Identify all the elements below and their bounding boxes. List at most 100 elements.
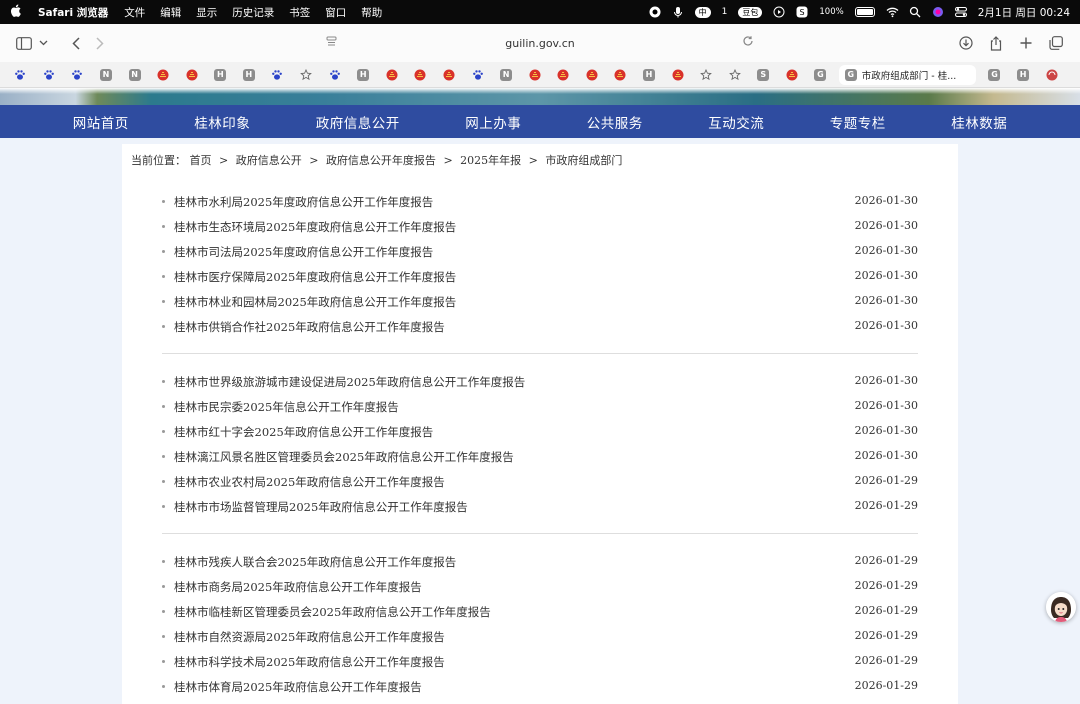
list-item[interactable]: 桂林市农业农村局2025年政府信息公开工作年度报告 2026-01-29 <box>162 469 918 494</box>
pinned-tab[interactable]: N <box>124 65 145 85</box>
report-title[interactable]: 桂林漓江风景名胜区管理委员会2025年政府信息公开工作年度报告 <box>174 449 514 465</box>
pinned-tab[interactable] <box>153 65 174 85</box>
report-title[interactable]: 桂林市红十字会2025年政府信息公开工作年度报告 <box>174 424 433 440</box>
assistant-avatar-button[interactable] <box>1046 592 1076 622</box>
address-bar[interactable]: guilin.gov.cn <box>320 30 760 56</box>
list-item[interactable]: 桂林市世界级旅游城市建设促进局2025年政府信息公开工作年度报告 2026-01-… <box>162 369 918 394</box>
pinned-tab[interactable] <box>67 65 88 85</box>
tab-overview-icon[interactable] <box>1044 31 1068 55</box>
input-method-indicator[interactable]: 中 <box>694 6 711 18</box>
list-item[interactable]: 桂林市民宗委2025年信息公开工作年度报告 2026-01-30 <box>162 394 918 419</box>
share-icon[interactable] <box>984 31 1008 55</box>
menu-file[interactable]: 文件 <box>124 5 145 20</box>
control-center-icon[interactable] <box>954 6 967 18</box>
breadcrumb-annual-reports[interactable]: 政府信息公开年度报告 <box>326 154 436 167</box>
nav-special-topics[interactable]: 专题专栏 <box>830 112 886 132</box>
pinned-tab[interactable]: G <box>984 65 1005 85</box>
report-title[interactable]: 桂林市供销合作社2025年政府信息公开工作年度报告 <box>174 319 445 335</box>
menu-window[interactable]: 窗口 <box>325 5 346 20</box>
list-item[interactable]: 桂林市医疗保障局2025年度政府信息公开工作年度报告 2026-01-30 <box>162 264 918 289</box>
pinned-tab[interactable]: H <box>239 65 260 85</box>
list-item[interactable]: 桂林市供销合作社2025年政府信息公开工作年度报告 2026-01-30 <box>162 314 918 339</box>
app-name[interactable]: Safari 浏览器 <box>38 5 108 20</box>
pinned-tab[interactable] <box>696 65 717 85</box>
menu-history[interactable]: 历史记录 <box>232 5 274 20</box>
report-title[interactable]: 桂林市残疾人联合会2025年政府信息公开工作年度报告 <box>174 554 456 570</box>
pinned-tab[interactable] <box>553 65 574 85</box>
nav-interaction[interactable]: 互动交流 <box>708 112 764 132</box>
list-item[interactable]: 桂林市司法局2025年度政府信息公开工作年度报告 2026-01-30 <box>162 239 918 264</box>
report-title[interactable]: 桂林市林业和园林局2025年政府信息公开工作年度报告 <box>174 294 456 310</box>
list-item[interactable]: 桂林漓江风景名胜区管理委员会2025年政府信息公开工作年度报告 2026-01-3… <box>162 444 918 469</box>
report-title[interactable]: 桂林市世界级旅游城市建设促进局2025年政府信息公开工作年度报告 <box>174 374 525 390</box>
active-tab[interactable]: G 市政府组成部门 - 桂... <box>838 64 977 85</box>
pinned-tab[interactable] <box>181 65 202 85</box>
report-title[interactable]: 桂林市民宗委2025年信息公开工作年度报告 <box>174 399 399 415</box>
pinned-tab[interactable] <box>1041 65 1062 85</box>
apple-menu-icon[interactable] <box>10 4 22 21</box>
chevron-down-icon[interactable] <box>36 31 50 55</box>
pinned-tab[interactable] <box>782 65 803 85</box>
report-title[interactable]: 桂林市体育局2025年政府信息公开工作年度报告 <box>174 679 422 695</box>
pinned-tab[interactable] <box>410 65 431 85</box>
forward-button[interactable] <box>88 31 112 55</box>
pinned-tab[interactable]: H <box>1013 65 1034 85</box>
list-item[interactable]: 桂林市生态环境局2025年度政府信息公开工作年度报告 2026-01-30 <box>162 214 918 239</box>
nav-public-services[interactable]: 公共服务 <box>587 112 643 132</box>
report-title[interactable]: 桂林市生态环境局2025年度政府信息公开工作年度报告 <box>174 219 456 235</box>
clock[interactable]: 2月1日 周日 00:24 <box>978 5 1070 20</box>
report-title[interactable]: 桂林市临桂新区管理委员会2025年政府信息公开工作年度报告 <box>174 604 491 620</box>
list-item[interactable]: 桂林市体育局2025年政府信息公开工作年度报告 2026-01-29 <box>162 674 918 699</box>
app-s-icon[interactable]: S <box>796 6 808 18</box>
list-item[interactable]: 桂林市林业和园林局2025年政府信息公开工作年度报告 2026-01-30 <box>162 289 918 314</box>
url-text[interactable]: guilin.gov.cn <box>505 37 574 50</box>
nav-guilin-impression[interactable]: 桂林印象 <box>194 112 250 132</box>
pinned-tab[interactable]: G <box>810 65 831 85</box>
sidebar-toggle-icon[interactable] <box>12 31 36 55</box>
notification-count[interactable]: 1 <box>722 7 728 17</box>
pinned-tab[interactable]: S <box>753 65 774 85</box>
pinned-tab[interactable]: H <box>639 65 660 85</box>
pinned-tab[interactable] <box>39 65 60 85</box>
report-title[interactable]: 桂林市农业农村局2025年政府信息公开工作年度报告 <box>174 474 445 490</box>
pinned-tab[interactable] <box>524 65 545 85</box>
back-button[interactable] <box>64 31 88 55</box>
list-item[interactable]: 桂林市自然资源局2025年政府信息公开工作年度报告 2026-01-29 <box>162 624 918 649</box>
list-item[interactable]: 桂林市红十字会2025年政府信息公开工作年度报告 2026-01-30 <box>162 419 918 444</box>
list-item[interactable]: 桂林市市场监督管理局2025年政府信息公开工作年度报告 2026-01-29 <box>162 494 918 519</box>
pinned-tab[interactable] <box>10 65 31 85</box>
list-item[interactable]: 桂林市商务局2025年政府信息公开工作年度报告 2026-01-29 <box>162 574 918 599</box>
report-title[interactable]: 桂林市商务局2025年政府信息公开工作年度报告 <box>174 579 422 595</box>
pinned-tab[interactable] <box>324 65 345 85</box>
report-title[interactable]: 桂林市水利局2025年度政府信息公开工作年度报告 <box>174 194 433 210</box>
breadcrumb-gov-info[interactable]: 政府信息公开 <box>236 154 302 167</box>
menu-help[interactable]: 帮助 <box>361 5 382 20</box>
report-title[interactable]: 桂林市科学技术局2025年政府信息公开工作年度报告 <box>174 654 445 670</box>
report-title[interactable]: 桂林市司法局2025年度政府信息公开工作年度报告 <box>174 244 433 260</box>
page-menu-icon[interactable] <box>326 36 337 51</box>
list-item[interactable]: 桂林市水利局2025年度政府信息公开工作年度报告 2026-01-30 <box>162 189 918 214</box>
breadcrumb-current[interactable]: 市政府组成部门 <box>545 154 622 167</box>
breadcrumb-home[interactable]: 首页 <box>190 154 212 167</box>
nav-online-services[interactable]: 网上办事 <box>465 112 521 132</box>
pinned-tab[interactable] <box>610 65 631 85</box>
battery-icon[interactable] <box>854 7 875 17</box>
nav-home[interactable]: 网站首页 <box>73 112 129 132</box>
list-item[interactable]: 桂林市残疾人联合会2025年政府信息公开工作年度报告 2026-01-29 <box>162 549 918 574</box>
pinned-tab[interactable]: N <box>96 65 117 85</box>
report-title[interactable]: 桂林市医疗保障局2025年度政府信息公开工作年度报告 <box>174 269 456 285</box>
report-title[interactable]: 桂林市市场监督管理局2025年政府信息公开工作年度报告 <box>174 499 468 515</box>
menu-edit[interactable]: 编辑 <box>160 5 181 20</box>
play-icon[interactable] <box>773 6 785 18</box>
wifi-icon[interactable] <box>886 6 899 18</box>
pinned-tab[interactable]: H <box>353 65 374 85</box>
list-item[interactable]: 桂林市临桂新区管理委员会2025年政府信息公开工作年度报告 2026-01-29 <box>162 599 918 624</box>
download-icon[interactable] <box>954 31 978 55</box>
pinned-tab[interactable] <box>724 65 745 85</box>
pinned-tab[interactable]: N <box>496 65 517 85</box>
nav-gov-info-disclosure[interactable]: 政府信息公开 <box>316 112 400 132</box>
pinned-tab[interactable] <box>439 65 460 85</box>
list-item[interactable]: 桂林市科学技术局2025年政府信息公开工作年度报告 2026-01-29 <box>162 649 918 674</box>
douban-badge[interactable]: 豆包 <box>738 6 763 18</box>
new-tab-icon[interactable] <box>1014 31 1038 55</box>
